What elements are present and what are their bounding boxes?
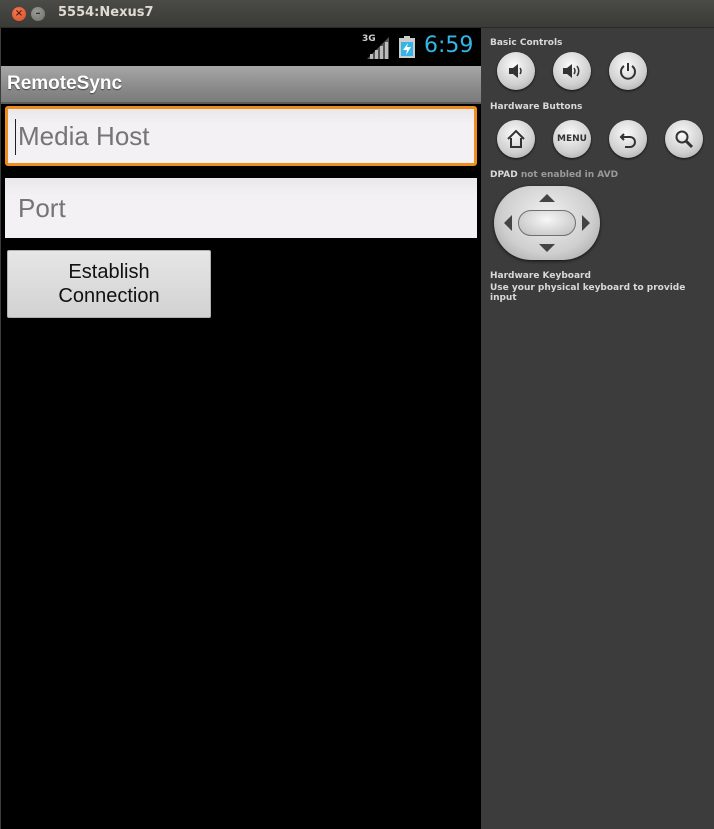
battery-charging-icon: [399, 36, 415, 58]
dpad-right-icon[interactable]: [582, 215, 590, 231]
signal-strength-icon: [367, 37, 389, 59]
menu-button[interactable]: MENU: [553, 120, 591, 158]
app-title: RemoteSync: [7, 73, 123, 94]
hardware-keyboard-note: Use your physical keyboard to provide in…: [490, 283, 686, 303]
search-icon: [675, 130, 694, 149]
volume-down-icon: [509, 64, 522, 78]
emulator-screen: 3G 6:59 RemoteSync Establish Connection: [1, 28, 481, 829]
basic-controls-heading: Basic Controls: [490, 38, 563, 48]
back-button[interactable]: [609, 120, 647, 158]
dpad-label: DPAD: [490, 170, 518, 180]
dpad-center-button[interactable]: [518, 210, 576, 236]
power-button[interactable]: [609, 52, 647, 90]
menu-icon: MENU: [557, 134, 587, 144]
dpad-down-icon[interactable]: [539, 244, 555, 252]
hardware-keyboard-heading: Hardware Keyboard: [490, 271, 591, 281]
volume-up-icon: [563, 64, 580, 78]
status-clock: 6:59: [424, 33, 474, 58]
action-bar: RemoteSync: [1, 66, 481, 104]
back-icon: [619, 133, 636, 148]
dpad-heading: DPAD not enabled in AVD: [490, 170, 618, 180]
window-close-button[interactable]: ×: [12, 7, 26, 21]
emulator-controls-panel: Basic Controls Hardware Buttons MENU DPA…: [482, 28, 714, 829]
text-cursor: [15, 119, 16, 155]
window-titlebar: × – 5554:Nexus7: [0, 0, 714, 28]
volume-down-button[interactable]: [497, 52, 535, 90]
dpad-up-icon[interactable]: [539, 194, 555, 202]
volume-up-button[interactable]: [553, 52, 591, 90]
dpad-control[interactable]: [494, 186, 600, 260]
dpad-note: not enabled in AVD: [520, 170, 619, 180]
window-minimize-button[interactable]: –: [31, 7, 45, 21]
port-input[interactable]: [5, 178, 477, 238]
window-title: 5554:Nexus7: [58, 5, 154, 20]
hardware-buttons-heading: Hardware Buttons: [490, 102, 583, 112]
home-icon: [507, 129, 525, 148]
home-button[interactable]: [497, 120, 535, 158]
search-button[interactable]: [665, 120, 703, 158]
status-bar: 3G 6:59: [1, 28, 481, 66]
power-icon: [620, 63, 636, 80]
establish-connection-button[interactable]: Establish Connection: [7, 250, 211, 318]
media-host-input[interactable]: [5, 106, 477, 166]
dpad-left-icon[interactable]: [504, 215, 512, 231]
